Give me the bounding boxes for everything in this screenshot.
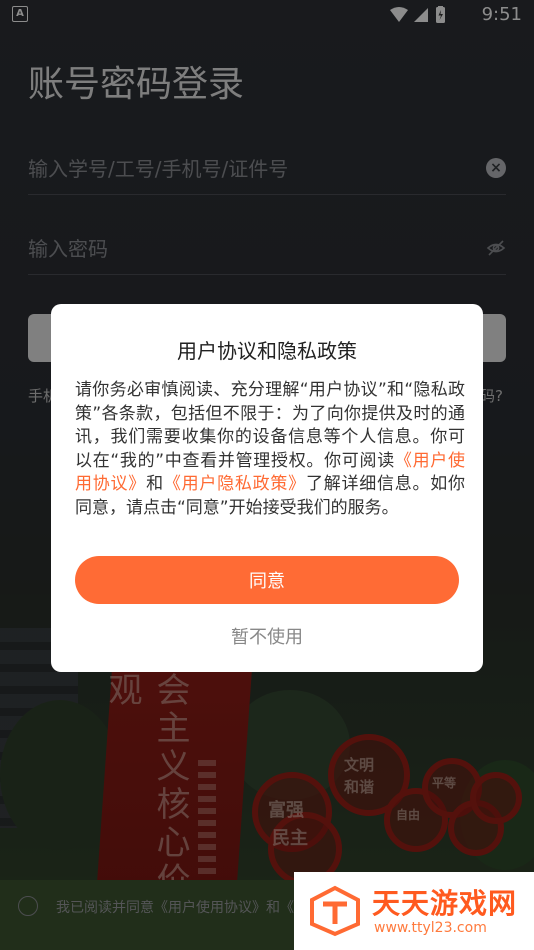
watermark-url: www.ttyl23.com — [374, 920, 487, 936]
watermark-logo-icon — [310, 885, 360, 937]
site-watermark: 天天游戏网 www.ttyl23.com — [294, 872, 534, 950]
dialog-title: 用户协议和隐私政策 — [177, 339, 357, 363]
agree-button[interactable]: 同意 — [75, 556, 459, 604]
dialog-body-text: 和 — [146, 474, 164, 495]
dialog-body: 请你务必审慎阅读、充分理解“用户协议”和“隐私政策”各条款，包括但不限于：为了向… — [75, 379, 465, 521]
privacy-policy-link[interactable]: 《用户隐私政策》 — [164, 474, 306, 494]
privacy-dialog: 用户协议和隐私政策 请你务必审慎阅读、充分理解“用户协议”和“隐私政策”各条款，… — [51, 304, 483, 672]
decline-button[interactable]: 暂不使用 — [51, 622, 483, 650]
watermark-title: 天天游戏网 — [372, 887, 518, 920]
